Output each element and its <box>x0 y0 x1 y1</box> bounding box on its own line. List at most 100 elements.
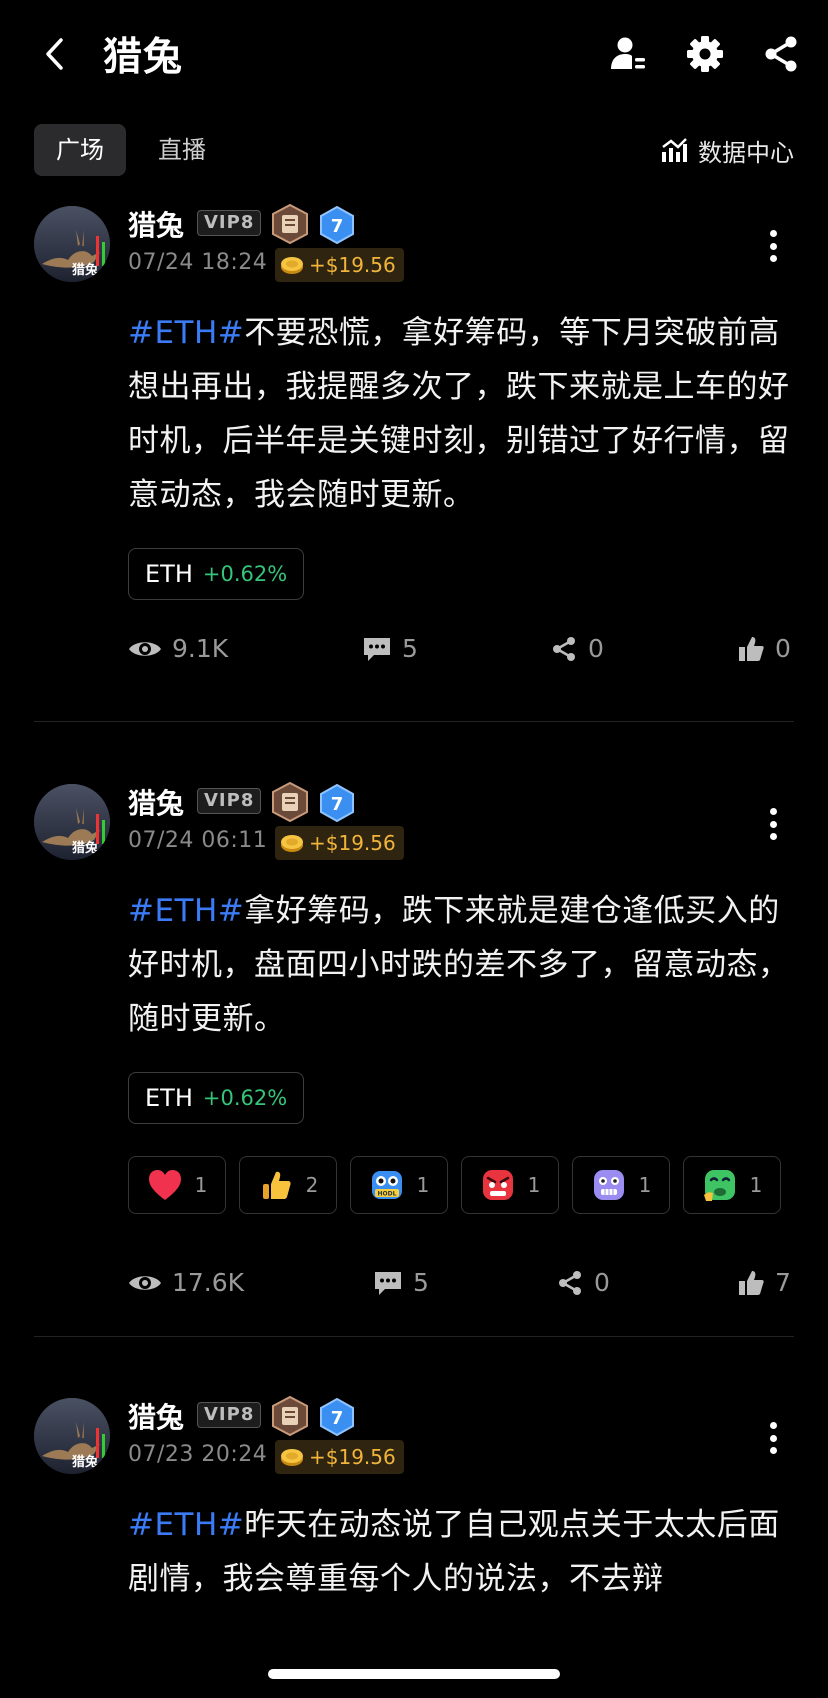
level-badge-icon: 7 <box>320 1398 354 1436</box>
username[interactable]: 猎兔 <box>128 204 184 244</box>
post-content[interactable]: #ETH#拿好筹码，跌下来就是建仓逢低买入的好时机，盘面四小时跌的差不多了，留意… <box>128 884 804 1046</box>
comments-stat[interactable]: 5 <box>373 1268 429 1297</box>
user-manage-icon <box>611 37 645 69</box>
coin-icon <box>281 257 303 274</box>
post-content[interactable]: #ETH#昨天在动态说了自己观点关于太太后面剧情，我会尊重每个人的说法，不去辩 <box>128 1498 804 1606</box>
post-divider <box>34 721 794 722</box>
share-icon <box>765 36 797 72</box>
more-options-button[interactable] <box>758 224 788 268</box>
hashtag-link[interactable]: #ETH# <box>128 893 244 929</box>
ticker-chip[interactable]: ETH +0.62% <box>128 548 305 600</box>
svg-text:7: 7 <box>331 794 344 815</box>
coin-icon <box>281 1449 303 1466</box>
avatar[interactable]: 猎兔 <box>34 1398 110 1474</box>
svg-text:7: 7 <box>331 216 344 237</box>
reaction-hodl[interactable]: HODL 1 <box>350 1156 448 1214</box>
share-button[interactable] <box>757 30 805 78</box>
likes-count: 7 <box>775 1268 791 1297</box>
hodl-robot-icon: HODL <box>371 1171 402 1199</box>
angry-face-icon <box>482 1170 513 1200</box>
settings-gear-icon <box>687 36 723 72</box>
tab-row: 广场 直播 数据中心 <box>0 124 828 176</box>
reaction-count: 1 <box>749 1173 763 1197</box>
svg-text:HODL: HODL <box>377 1191 396 1198</box>
user-manage-button[interactable] <box>604 30 652 78</box>
svg-text:猎兔: 猎兔 <box>72 840 98 856</box>
comments-stat[interactable]: 5 <box>362 634 418 663</box>
home-indicator[interactable] <box>268 1669 560 1679</box>
ticker-chip[interactable]: ETH +0.62% <box>128 1072 305 1124</box>
reaction-count: 1 <box>416 1173 430 1197</box>
scared-face-icon <box>593 1170 624 1200</box>
vip-badge: VIP8 <box>197 1402 262 1428</box>
views-stat[interactable]: 17.6K <box>128 1268 244 1297</box>
username[interactable]: 猎兔 <box>128 1396 184 1436</box>
heart-icon <box>148 1170 181 1200</box>
comment-icon <box>375 1271 401 1295</box>
views-count: 9.1K <box>172 634 229 663</box>
shares-stat[interactable]: 0 <box>550 634 604 663</box>
reward-tag: +$19.56 <box>275 826 404 860</box>
chart-bars-icon <box>662 138 687 162</box>
reaction-count: 1 <box>527 1173 541 1197</box>
level-badge-icon: 7 <box>320 206 354 244</box>
data-center-label: 数据中心 <box>698 138 794 167</box>
reaction-sick[interactable]: 1 <box>683 1156 781 1214</box>
more-options-button[interactable] <box>758 1416 788 1460</box>
reactions-row: 1 2 HODL 1 1 1 1 <box>128 1156 781 1214</box>
views-count: 17.6K <box>172 1268 245 1297</box>
reaction-count: 2 <box>305 1173 319 1197</box>
reaction-angry[interactable]: 1 <box>461 1156 559 1214</box>
reward-tag: +$19.56 <box>275 248 404 282</box>
reward-amount: +$19.56 <box>309 1445 396 1469</box>
scroll-badge-icon <box>272 782 308 822</box>
sick-face-icon <box>703 1170 735 1201</box>
reaction-thumbs-up[interactable]: 2 <box>239 1156 337 1214</box>
app-screen: 猎兔 广场 直播 数据中心 猎兔 猎兔 VIP8 7 07/24 18:24 +… <box>0 0 828 1698</box>
ticker-change: +0.62% <box>202 562 288 586</box>
likes-stat[interactable]: 7 <box>737 1268 791 1297</box>
reaction-count: 1 <box>638 1173 652 1197</box>
post-time: 07/23 20:24 <box>128 1442 268 1467</box>
back-button[interactable] <box>34 30 74 78</box>
comments-count: 5 <box>402 634 418 663</box>
post-time: 07/24 18:24 <box>128 250 268 275</box>
hashtag-link[interactable]: #ETH# <box>128 1507 244 1543</box>
coin-icon <box>281 835 303 852</box>
vip-badge: VIP8 <box>197 210 262 236</box>
thumbs-up-icon <box>739 1270 764 1295</box>
svg-text:猎兔: 猎兔 <box>72 262 98 278</box>
reward-amount: +$19.56 <box>309 831 396 855</box>
ticker-symbol: ETH <box>145 1084 193 1112</box>
more-options-button[interactable] <box>758 802 788 846</box>
svg-text:7: 7 <box>331 1408 344 1429</box>
reward-amount: +$19.56 <box>309 253 396 277</box>
username[interactable]: 猎兔 <box>128 782 184 822</box>
vip-badge: VIP8 <box>197 788 262 814</box>
ticker-change: +0.62% <box>202 1086 288 1110</box>
views-stat[interactable]: 9.1K <box>128 634 228 663</box>
thumbs-up-icon <box>739 636 764 661</box>
settings-button[interactable] <box>681 30 729 78</box>
avatar[interactable]: 猎兔 <box>34 206 110 282</box>
hashtag-link[interactable]: #ETH# <box>128 315 244 351</box>
data-center-link[interactable]: 数据中心 <box>660 124 794 176</box>
comments-count: 5 <box>413 1268 429 1297</box>
avatar[interactable]: 猎兔 <box>34 784 110 860</box>
shares-stat[interactable]: 0 <box>556 1268 610 1297</box>
reaction-scared[interactable]: 1 <box>572 1156 670 1214</box>
likes-stat[interactable]: 0 <box>737 634 791 663</box>
bottom-mask <box>0 1600 828 1698</box>
comment-icon <box>364 637 390 661</box>
shares-count: 0 <box>588 634 604 663</box>
reward-tag: +$19.56 <box>275 1440 404 1474</box>
eye-icon <box>129 641 161 656</box>
tab-square[interactable]: 广场 <box>34 124 126 176</box>
share-icon <box>559 1270 581 1295</box>
tab-live[interactable]: 直播 <box>136 124 228 176</box>
reaction-count: 1 <box>194 1173 208 1197</box>
post-content[interactable]: #ETH#不要恐慌，拿好筹码，等下月突破前高想出再出，我提醒多次了，跌下来就是上… <box>128 306 804 522</box>
reaction-heart[interactable]: 1 <box>128 1156 226 1214</box>
scroll-badge-icon <box>272 1396 308 1436</box>
back-icon <box>46 38 63 70</box>
